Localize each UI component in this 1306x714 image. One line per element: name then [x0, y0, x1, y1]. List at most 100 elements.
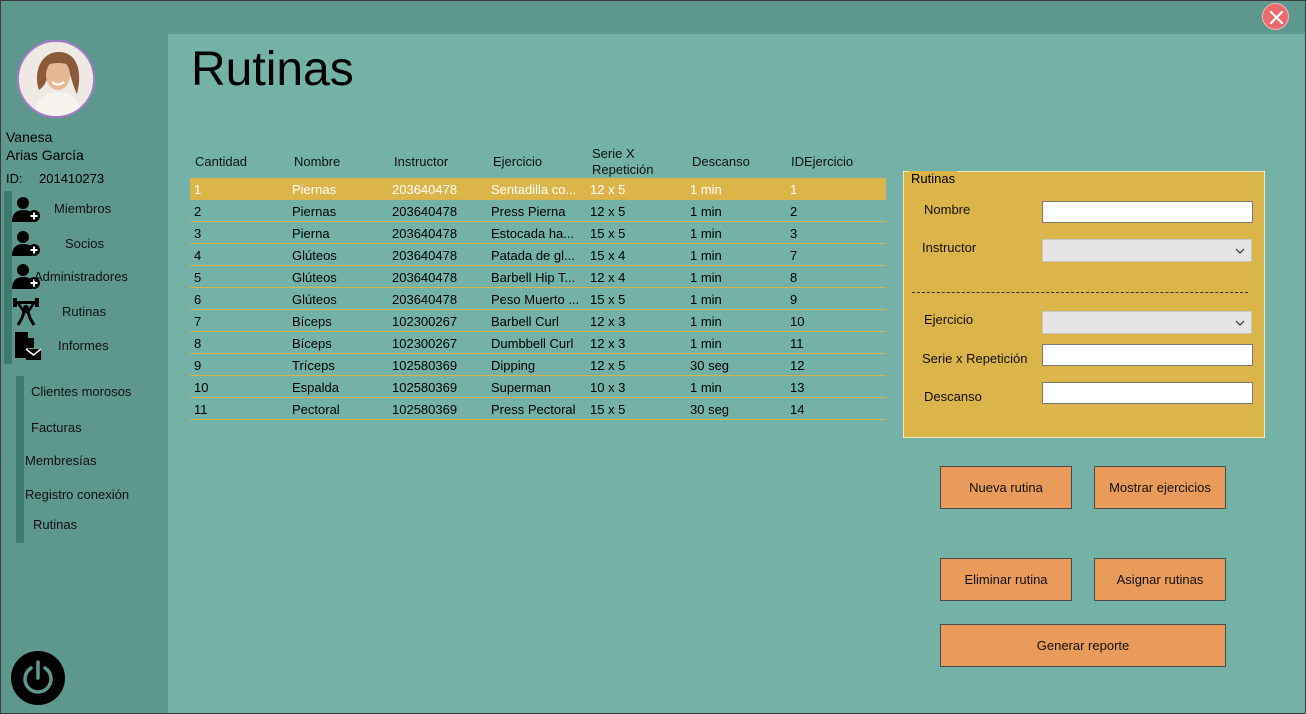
sidebar-item-administradores[interactable]: Administradores [34, 269, 128, 284]
cell-descanso: 1 min [690, 226, 722, 241]
serie-input[interactable] [1042, 344, 1253, 366]
cell-cantidad: 7 [194, 314, 202, 329]
cell-ejercicio: Sentadilla co... [491, 182, 577, 197]
eliminar-rutina-button[interactable]: Eliminar rutina [940, 558, 1072, 601]
user-id: 201410273 [39, 171, 105, 186]
table-row[interactable]: 8 Bíceps 102300267 Dumbbell Curl 12 x 3 1 min… [190, 332, 886, 354]
descanso-input[interactable] [1042, 382, 1253, 404]
serie-label: Serie x Repetición [922, 351, 1028, 366]
nueva-rutina-button[interactable]: Nueva rutina [940, 466, 1072, 509]
instructor-select[interactable] [1042, 239, 1252, 262]
table-row[interactable]: 6 Glúteos 203640478 Peso Muerto ... 15 x 5 1 … [190, 288, 886, 310]
header-nombre[interactable]: Nombre [294, 154, 340, 169]
sidebar-subitem-rutinas[interactable]: Rutinas [33, 517, 77, 532]
sidebar-item-rutinas[interactable]: Rutinas [62, 304, 106, 319]
cell-ejercicio: Estocada ha... [491, 226, 575, 241]
cell-id: 2 [790, 204, 798, 219]
cell-descanso: 1 min [690, 204, 722, 219]
cell-nombre: Piernas [292, 204, 337, 219]
cell-cantidad: 2 [194, 204, 202, 219]
ejercicio-select[interactable] [1042, 311, 1252, 334]
cell-serie: 15 x 5 [590, 292, 626, 307]
table-row[interactable]: 5 Glúteos 203640478 Barbell Hip T... 12 x 4 1… [190, 266, 886, 288]
cell-nombre: Pierna [292, 226, 330, 241]
cell-descanso: 1 min [690, 248, 722, 263]
sidebar-subitem-registro-conexion[interactable]: Registro conexión [25, 487, 129, 502]
user-add-icon [12, 196, 42, 227]
cell-cantidad: 8 [194, 336, 202, 351]
close-button[interactable] [1262, 3, 1289, 30]
header-ejercicio[interactable]: Ejercicio [493, 154, 542, 169]
cell-instructor: 102300267 [392, 314, 458, 329]
cell-descanso: 1 min [690, 336, 722, 351]
title-bar [0, 0, 1306, 34]
table-header: Cantidad Nombre Instructor Ejercicio Ser… [190, 146, 886, 178]
descanso-label: Descanso [924, 389, 982, 404]
mostrar-ejercicios-button[interactable]: Mostrar ejercicios [1094, 466, 1226, 509]
header-instructor[interactable]: Instructor [394, 154, 448, 169]
header-descanso[interactable]: Descanso [692, 154, 750, 169]
cell-ejercicio: Barbell Curl [491, 314, 559, 329]
sidebar-item-socios[interactable]: Socios [65, 236, 104, 251]
cell-ejercicio: Peso Muerto ... [491, 292, 580, 307]
cell-instructor: 102580369 [392, 402, 458, 417]
cell-instructor: 102580369 [392, 380, 458, 395]
cell-serie: 12 x 5 [590, 182, 626, 197]
cell-cantidad: 5 [194, 270, 202, 285]
cell-nombre: Bíceps [292, 314, 332, 329]
cell-id: 8 [790, 270, 798, 285]
cell-cantidad: 9 [194, 358, 202, 373]
table-row[interactable]: 10 Espalda 102580369 Superman 10 x 3 1 min 13 [190, 376, 886, 398]
header-serie[interactable]: Serie X [592, 146, 635, 161]
nombre-input[interactable] [1042, 201, 1253, 223]
header-serie-line2: Repetición [592, 162, 654, 177]
cell-cantidad: 3 [194, 226, 202, 241]
cell-serie: 12 x 4 [590, 270, 626, 285]
asignar-rutinas-button[interactable]: Asignar rutinas [1094, 558, 1226, 601]
cell-cantidad: 1 [194, 182, 202, 197]
user-first-name: Vanesa [6, 129, 53, 145]
user-last-name: Arias García [6, 147, 84, 163]
table-row[interactable]: 2 Piernas 203640478 Press Pierna 12 x 5 1 min… [190, 200, 886, 222]
sidebar-item-miembros[interactable]: Miembros [54, 201, 111, 216]
header-idejercicio[interactable]: IDEjercicio [791, 154, 853, 169]
cell-id: 1 [790, 182, 798, 197]
cell-descanso: 1 min [690, 182, 722, 197]
weightlifter-icon [12, 298, 40, 329]
cell-cantidad: 11 [194, 402, 208, 417]
close-icon [1269, 10, 1284, 25]
cell-descanso: 1 min [690, 270, 722, 285]
separator [912, 292, 1248, 293]
power-button[interactable] [11, 651, 65, 705]
cell-descanso: 1 min [690, 292, 722, 307]
cell-nombre: Espalda [292, 380, 339, 395]
cell-id: 9 [790, 292, 798, 307]
cell-nombre: Tríceps [292, 358, 335, 373]
cell-nombre: Pectoral [292, 402, 340, 417]
sidebar-item-informes[interactable]: Informes [58, 338, 109, 353]
nombre-label: Nombre [924, 202, 971, 217]
header-cantidad[interactable]: Cantidad [195, 154, 247, 169]
generar-reporte-button[interactable]: Generar reporte [940, 624, 1226, 667]
cell-instructor: 203640478 [392, 292, 458, 307]
cell-nombre: Piernas [292, 182, 337, 197]
instructor-label: Instructor [922, 240, 977, 255]
table-row[interactable]: 3 Pierna 203640478 Estocada ha... 15 x 5 1 mi… [190, 222, 886, 244]
cell-serie: 15 x 5 [590, 226, 626, 241]
table-row[interactable]: 11 Pectoral 102580369 Press Pectoral 15 x 5 3… [190, 398, 886, 420]
cell-nombre: Glúteos [292, 248, 337, 263]
sidebar-subitem-membresias[interactable]: Membresías [25, 453, 97, 468]
cell-instructor: 203640478 [392, 248, 458, 263]
table-row[interactable]: 1 Piernas 203640478 Sentadilla co... 12 x 5 1… [190, 178, 886, 200]
ejercicio-label: Ejercicio [924, 312, 974, 327]
sidebar-subitem-facturas[interactable]: Facturas [31, 420, 82, 435]
chevron-down-icon [1235, 320, 1245, 326]
sidebar-subitem-clientes-morosos[interactable]: Clientes morosos [31, 384, 131, 399]
user-add-icon [12, 230, 42, 261]
table-row[interactable]: 7 Bíceps 102300267 Barbell Curl 12 x 3 1 min 1… [190, 310, 886, 332]
table-row[interactable]: 9 Tríceps 102580369 Dipping 12 x 5 30 seg 12 [190, 354, 886, 376]
table-row[interactable]: 4 Glúteos 203640478 Patada de gl... 15 x 4 1 … [190, 244, 886, 266]
cell-serie: 12 x 5 [590, 204, 626, 219]
cell-id: 3 [790, 226, 798, 241]
cell-ejercicio: Superman [491, 380, 551, 395]
